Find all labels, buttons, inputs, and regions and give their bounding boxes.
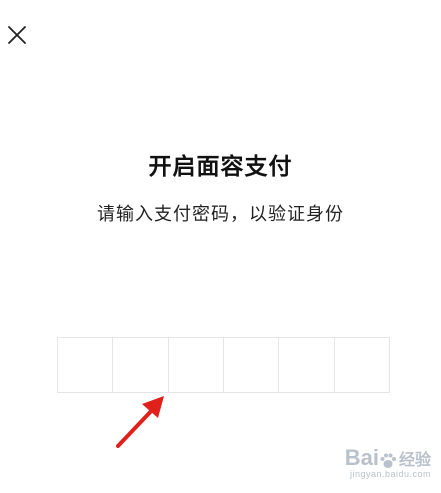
red-arrow-icon bbox=[116, 396, 164, 448]
watermark-logo-text: Bai bbox=[344, 445, 379, 470]
pin-cell-6[interactable] bbox=[335, 338, 389, 392]
pin-cell-4[interactable] bbox=[224, 338, 280, 392]
page-title: 开启面容支付 bbox=[148, 154, 293, 180]
pin-cell-3[interactable] bbox=[169, 338, 224, 392]
watermark-url: jingyan.baidu.com bbox=[349, 469, 431, 479]
baidu-jingyan-watermark: Bai 经验 jingyan.baidu.com bbox=[345, 445, 431, 479]
paw-icon bbox=[380, 453, 396, 468]
pin-cell-5[interactable] bbox=[279, 338, 335, 392]
pin-cell-2[interactable] bbox=[113, 338, 169, 392]
page-subtitle: 请输入支付密码，以验证身份 bbox=[97, 204, 344, 225]
close-button[interactable] bbox=[6, 24, 28, 46]
watermark-jingyan: 经验 bbox=[398, 452, 431, 469]
close-icon bbox=[8, 26, 26, 44]
payment-password-input[interactable] bbox=[57, 337, 390, 393]
pin-cell-1[interactable] bbox=[58, 338, 114, 392]
